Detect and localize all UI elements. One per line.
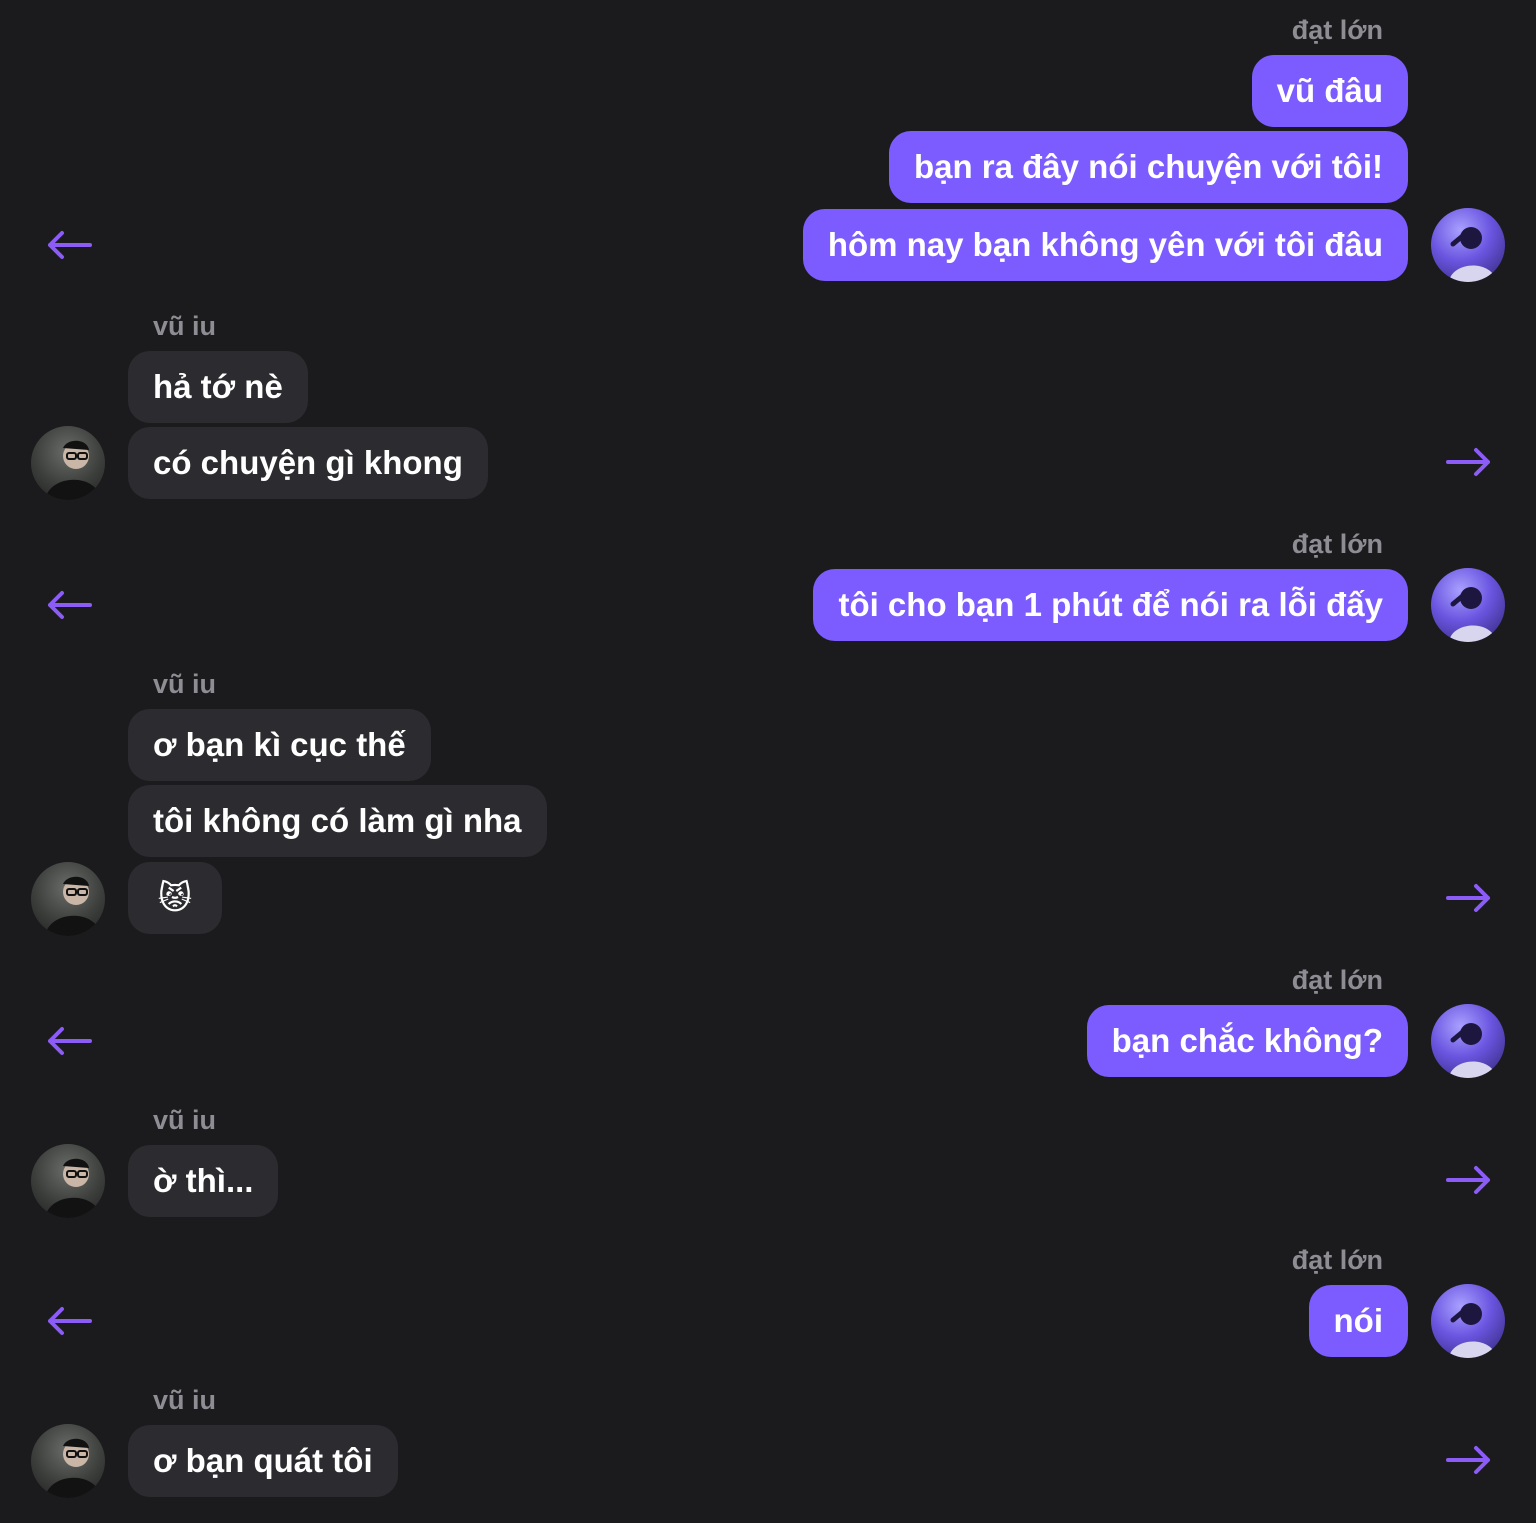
- sender-name: vũ iu: [153, 1105, 217, 1135]
- contact-avatar[interactable]: [31, 1144, 105, 1218]
- message-bubble[interactable]: nói: [1308, 1285, 1408, 1357]
- message-bubble[interactable]: tôi cho bạn 1 phút để nói ra lỗi đấy: [813, 569, 1408, 641]
- arrow-right-icon[interactable]: [1446, 883, 1492, 913]
- contact-avatar[interactable]: [31, 426, 105, 500]
- message-bubble[interactable]: vũ đâu: [1251, 55, 1408, 127]
- contact-avatar[interactable]: [31, 862, 105, 936]
- sender-name: đạt lớn: [1291, 15, 1383, 45]
- user-avatar[interactable]: [1431, 568, 1505, 642]
- message-bubble[interactable]: hôm nay bạn không yên với tôi đâu: [802, 209, 1408, 281]
- message-bubble[interactable]: ơ bạn quát tôi: [128, 1425, 398, 1497]
- message-bubble[interactable]: hả tớ nè: [128, 351, 308, 423]
- arrow-left-icon[interactable]: [46, 590, 92, 620]
- arrow-left-icon[interactable]: [46, 1306, 92, 1336]
- message-bubble[interactable]: ơ bạn kì cục thế: [128, 709, 431, 781]
- message-bubble[interactable]: có chuyện gì khong: [128, 427, 488, 499]
- contact-avatar[interactable]: [31, 1424, 105, 1498]
- sender-name: vũ iu: [153, 311, 217, 341]
- emoji-message-bubble[interactable]: 😾: [128, 862, 222, 934]
- user-avatar[interactable]: [1431, 1284, 1505, 1358]
- arrow-right-icon[interactable]: [1446, 447, 1492, 477]
- message-bubble[interactable]: bạn ra đây nói chuyện với tôi!: [888, 131, 1408, 203]
- sender-name: đạt lớn: [1291, 1245, 1383, 1275]
- sender-name: đạt lớn: [1291, 965, 1383, 995]
- arrow-left-icon[interactable]: [46, 1026, 92, 1056]
- sender-name: vũ iu: [153, 1385, 217, 1415]
- message-bubble[interactable]: bạn chắc không?: [1086, 1005, 1408, 1077]
- user-avatar[interactable]: [1431, 1004, 1505, 1078]
- message-bubble[interactable]: ờ thì...: [128, 1145, 279, 1217]
- arrow-right-icon[interactable]: [1446, 1445, 1492, 1475]
- arrow-right-icon[interactable]: [1446, 1165, 1492, 1195]
- arrow-left-icon[interactable]: [46, 230, 92, 260]
- sender-name: vũ iu: [153, 669, 217, 699]
- user-avatar[interactable]: [1431, 208, 1505, 282]
- message-bubble[interactable]: tôi không có làm gì nha: [128, 785, 547, 857]
- sender-name: đạt lớn: [1291, 529, 1383, 559]
